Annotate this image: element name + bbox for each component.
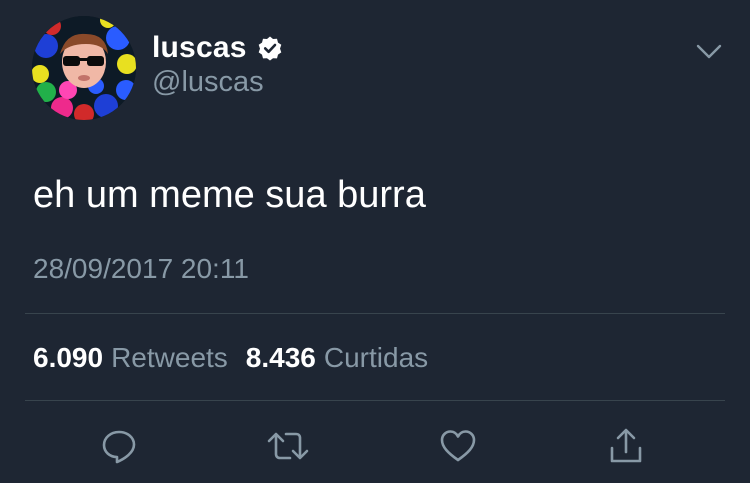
divider xyxy=(25,400,725,401)
verified-badge-icon xyxy=(258,36,281,61)
retweet-icon xyxy=(267,432,309,460)
author-handle[interactable]: @luscas xyxy=(152,66,264,99)
retweets-stat[interactable]: 6.090 Retweets xyxy=(33,342,228,374)
share-icon xyxy=(610,428,642,463)
author-row[interactable]: luscas xyxy=(152,28,283,68)
retweets-label: Retweets xyxy=(111,342,228,373)
heart-icon xyxy=(440,430,476,462)
divider xyxy=(25,313,725,314)
likes-label: Curtidas xyxy=(323,342,429,373)
likes-stat[interactable]: 8.436 Curtidas xyxy=(246,342,428,374)
likes-count: 8.436 xyxy=(245,342,316,373)
chevron-down-icon[interactable] xyxy=(694,36,724,66)
tweet-stats: 6.090 Retweets 8.436 Curtidas xyxy=(33,338,428,378)
reply-button[interactable] xyxy=(97,424,141,468)
author-name[interactable]: luscas xyxy=(152,31,247,65)
avatar[interactable] xyxy=(32,16,136,120)
share-button[interactable] xyxy=(604,424,648,468)
retweet-button[interactable] xyxy=(266,424,310,468)
like-button[interactable] xyxy=(436,424,480,468)
retweets-count: 6.090 xyxy=(33,342,104,373)
tweet-text: eh um meme sua burra xyxy=(33,174,426,216)
tweet-timestamp: 28/09/2017 20:11 xyxy=(33,253,249,284)
reply-icon xyxy=(102,430,136,464)
